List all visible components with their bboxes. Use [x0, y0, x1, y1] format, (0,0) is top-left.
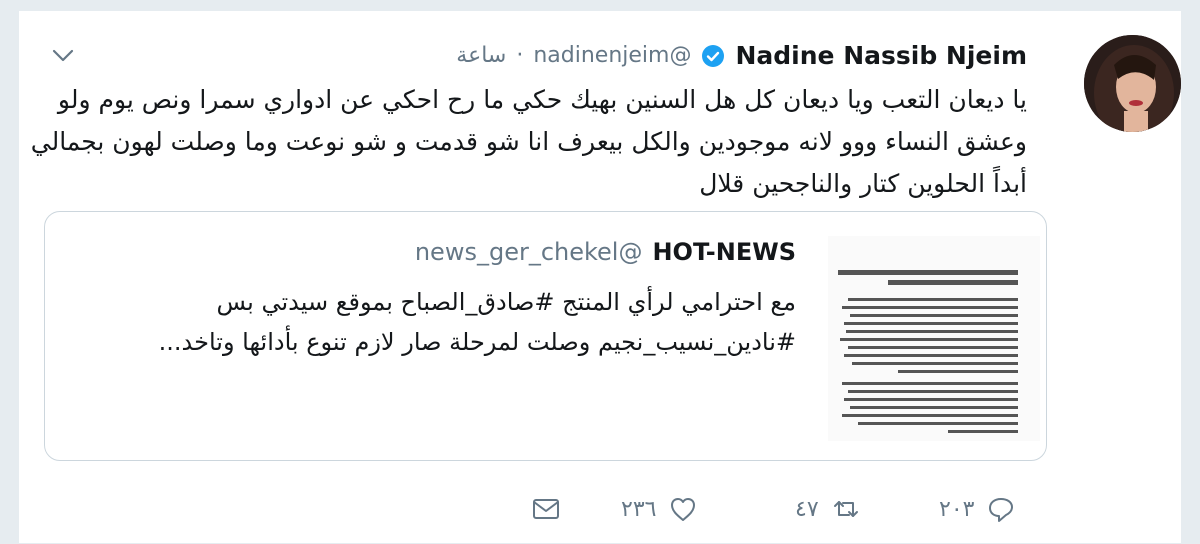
chevron-down-icon[interactable]: [49, 41, 77, 69]
like-icon: [671, 498, 696, 521]
like-count: ٢٣٦: [621, 496, 657, 522]
like-button[interactable]: ٢٣٦: [621, 489, 698, 529]
message-icon: [533, 499, 559, 519]
retweet-button[interactable]: ٤٧: [795, 489, 861, 529]
reply-button[interactable]: ٢٠٣: [939, 489, 1016, 529]
reply-count: ٢٠٣: [939, 496, 975, 522]
quoted-text: مع احترامي لرأي المنتج #صادق_الصباح بموق…: [158, 288, 796, 356]
author-handle[interactable]: @nadinenjeim: [533, 43, 691, 68]
tweet-header: Nadine Nassib Njeim @nadinenjeim · ساعة: [456, 41, 1027, 70]
separator-dot: ·: [516, 43, 524, 68]
author-name[interactable]: Nadine Nassib Njeim: [735, 41, 1027, 70]
quoted-header: HOT-NEWS @news_ger_chekel: [415, 238, 796, 266]
tweet-timestamp[interactable]: ساعة: [456, 43, 506, 68]
message-button[interactable]: [531, 489, 561, 529]
quoted-author-name[interactable]: HOT-NEWS: [652, 238, 796, 266]
tweet-card[interactable]: Nadine Nassib Njeim @nadinenjeim · ساعة …: [18, 10, 1182, 544]
avatar[interactable]: [1084, 35, 1181, 132]
tweet-actions: ٢٠٣ ٤٧ ٢٣٦: [19, 489, 1183, 529]
article-text-thumbnail[interactable]: [828, 236, 1040, 441]
retweet-count: ٤٧: [795, 496, 819, 522]
reply-icon: [989, 498, 1014, 522]
quoted-author-handle[interactable]: @news_ger_chekel: [415, 238, 643, 266]
retweet-icon: [833, 501, 858, 517]
quoted-tweet[interactable]: HOT-NEWS @news_ger_chekel مع احترامي لرأ…: [44, 211, 1047, 461]
tweet-text: يا ديعان التعب ويا ديعان كل هل السنين به…: [30, 85, 1027, 198]
verified-badge-icon: [701, 44, 725, 68]
